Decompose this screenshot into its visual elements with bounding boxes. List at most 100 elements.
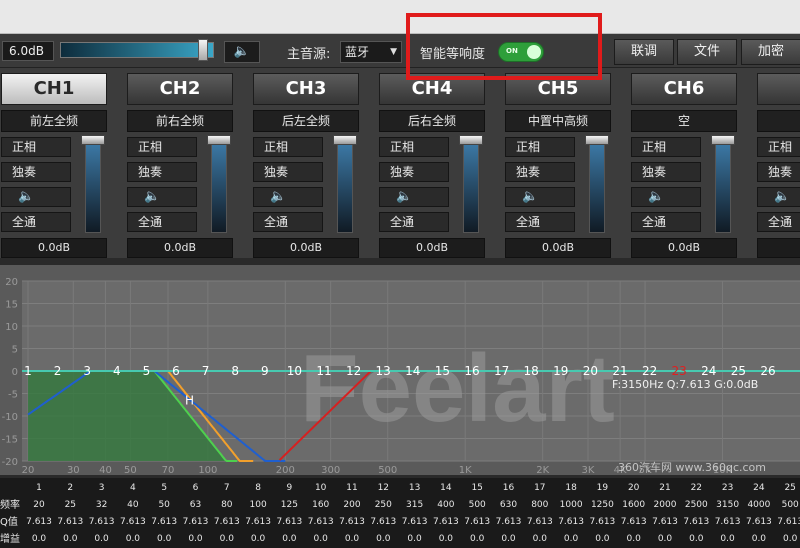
eq-band-point[interactable]: 15 (435, 364, 450, 378)
channel-gain-fader[interactable] (337, 137, 353, 233)
table-cell[interactable]: 4000 (744, 497, 774, 514)
eq-band-point[interactable]: 11 (316, 364, 331, 378)
table-cell[interactable]: 40 (118, 497, 148, 514)
mute-button[interactable]: 🔈 (379, 187, 449, 207)
table-cell[interactable]: 0.0 (55, 531, 85, 548)
table-cell[interactable]: 7.613 (462, 514, 492, 531)
table-cell[interactable]: 7.613 (243, 514, 273, 531)
eq-band-point[interactable]: 23 (672, 364, 687, 378)
channel-gain-fader[interactable] (85, 137, 101, 233)
table-cell[interactable]: 0.0 (431, 531, 461, 548)
channel-fader-thumb[interactable] (585, 135, 609, 145)
eq-band-point[interactable]: 5 (143, 364, 151, 378)
channel-select-button[interactable]: C (757, 73, 800, 105)
eq-band-point[interactable]: 6 (172, 364, 180, 378)
table-cell[interactable]: 0.0 (494, 531, 524, 548)
table-cell[interactable]: 7.613 (556, 514, 586, 531)
table-cell[interactable]: 7.613 (744, 514, 774, 531)
table-cell[interactable]: 20 (24, 497, 54, 514)
table-cell[interactable]: 1000 (556, 497, 586, 514)
channel-gain-value[interactable] (757, 238, 800, 258)
eq-band-point[interactable]: 16 (464, 364, 479, 378)
channel-gain-value[interactable]: 0.0dB (631, 238, 737, 258)
table-cell[interactable]: 7.613 (149, 514, 179, 531)
phase-button[interactable]: 正相 (505, 137, 575, 157)
eq-band-point[interactable]: 12 (346, 364, 361, 378)
table-cell[interactable]: 3150 (713, 497, 743, 514)
table-cell[interactable]: 0.0 (744, 531, 774, 548)
table-cell[interactable]: 0.0 (587, 531, 617, 548)
channel-gain-fader[interactable] (463, 137, 479, 233)
table-cell[interactable]: 100 (243, 497, 273, 514)
table-cell[interactable]: 0.0 (556, 531, 586, 548)
table-cell[interactable]: 0.0 (400, 531, 430, 548)
eq-graph-svg[interactable]: 20151050-5-10-15-2020 30 40 50 70 100 200 300 50… (0, 265, 800, 475)
eq-band-point[interactable]: 9 (261, 364, 269, 378)
eq-band-point[interactable]: 21 (612, 364, 627, 378)
channel-fader-thumb[interactable] (81, 135, 105, 145)
master-volume-value[interactable]: 6.0dB (2, 41, 54, 61)
table-cell[interactable]: 0.0 (713, 531, 743, 548)
solo-button[interactable]: 独奏 (127, 162, 197, 182)
master-volume-slider[interactable] (60, 42, 214, 58)
table-cell[interactable]: 7.613 (55, 514, 85, 531)
table-cell[interactable]: 2000 (650, 497, 680, 514)
mute-button[interactable]: 🔈 (757, 187, 800, 207)
channel-fader-thumb[interactable] (459, 135, 483, 145)
table-cell[interactable]: 7.613 (24, 514, 54, 531)
table-cell[interactable]: 0.0 (650, 531, 680, 548)
allpass-button[interactable]: 全通 (1, 212, 71, 232)
master-speaker-icon[interactable]: 🔈 (224, 41, 260, 63)
channel-fader-thumb[interactable] (333, 135, 357, 145)
table-cell[interactable]: 1600 (619, 497, 649, 514)
table-cell[interactable]: 250 (368, 497, 398, 514)
table-cell[interactable]: 32 (87, 497, 117, 514)
eq-band-point[interactable]: 20 (583, 364, 598, 378)
eq-band-point[interactable]: 18 (524, 364, 539, 378)
table-cell[interactable]: 7.613 (713, 514, 743, 531)
solo-button[interactable]: 独奏 (505, 162, 575, 182)
channel-gain-value[interactable]: 0.0dB (127, 238, 233, 258)
mute-button[interactable]: 🔈 (631, 187, 701, 207)
table-cell[interactable]: 630 (494, 497, 524, 514)
eq-graph[interactable]: 20 15 10 5 0 -5 -10 -15 -20 20 30 40 50 70 100 200 300 50… (0, 265, 800, 475)
table-cell[interactable]: 7.613 (650, 514, 680, 531)
table-cell[interactable]: 800 (525, 497, 555, 514)
table-cell[interactable]: 0.0 (181, 531, 211, 548)
channel-name-field[interactable]: 后右全频 (379, 110, 485, 132)
table-cell[interactable]: 400 (431, 497, 461, 514)
mute-button[interactable]: 🔈 (253, 187, 323, 207)
allpass-button[interactable]: 全通 (757, 212, 800, 232)
eq-band-point[interactable]: 25 (731, 364, 746, 378)
table-cell[interactable]: 0.0 (87, 531, 117, 548)
solo-button[interactable]: 独奏 (757, 162, 800, 182)
table-cell[interactable]: 7.613 (775, 514, 800, 531)
master-volume-thumb[interactable] (198, 39, 208, 61)
eq-band-point[interactable]: 4 (113, 364, 121, 378)
table-cell[interactable]: 7.613 (212, 514, 242, 531)
table-cell[interactable]: 25 (55, 497, 85, 514)
table-cell[interactable]: 7.613 (619, 514, 649, 531)
table-cell[interactable]: 0.0 (619, 531, 649, 548)
eq-band-point[interactable]: 14 (405, 364, 420, 378)
solo-button[interactable]: 独奏 (631, 162, 701, 182)
phase-button[interactable]: 正相 (379, 137, 449, 157)
channel-gain-fader[interactable] (715, 137, 731, 233)
channel-select-button[interactable]: CH2 (127, 73, 233, 105)
channel-name-field[interactable]: 空 (631, 110, 737, 132)
table-cell[interactable]: 315 (400, 497, 430, 514)
table-cell[interactable]: 7.613 (494, 514, 524, 531)
channel-gain-value[interactable]: 0.0dB (1, 238, 107, 258)
mute-button[interactable]: 🔈 (127, 187, 197, 207)
table-cell[interactable]: 500 (462, 497, 492, 514)
phase-button[interactable]: 正相 (631, 137, 701, 157)
mute-button[interactable]: 🔈 (1, 187, 71, 207)
channel-select-button[interactable]: CH3 (253, 73, 359, 105)
channel-gain-value[interactable]: 0.0dB (505, 238, 611, 258)
channel-fader-thumb[interactable] (711, 135, 735, 145)
channel-name-field[interactable]: 左 (757, 110, 800, 132)
table-cell[interactable]: 7.613 (681, 514, 711, 531)
allpass-button[interactable]: 全通 (127, 212, 197, 232)
eq-band-point[interactable]: 1 (24, 364, 32, 378)
table-cell[interactable]: 125 (274, 497, 304, 514)
